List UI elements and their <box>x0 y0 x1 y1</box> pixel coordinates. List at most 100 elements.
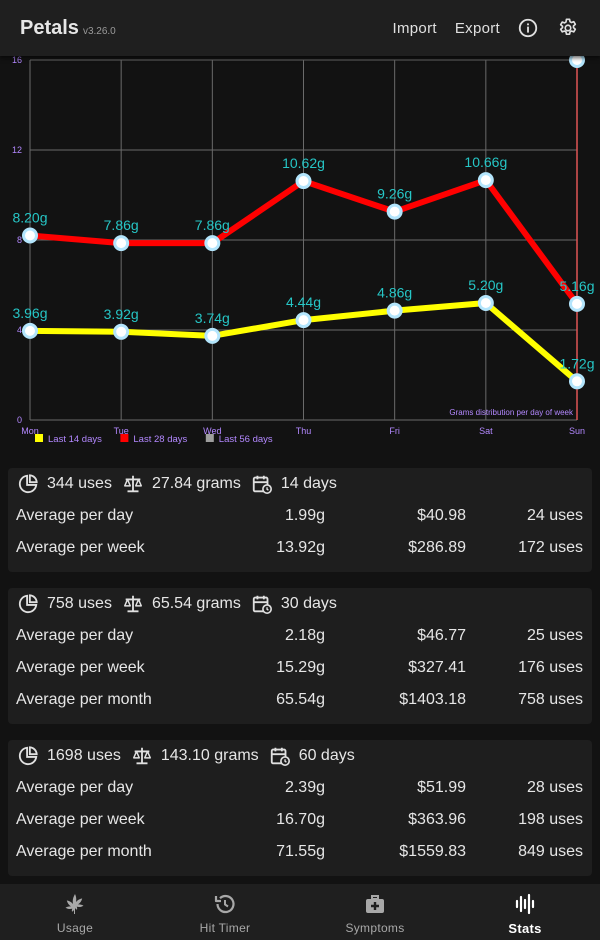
row-dollars: $40.98 <box>417 507 466 524</box>
row-grams: 65.54g <box>276 691 325 708</box>
grams-total: 65.54 grams <box>151 595 241 612</box>
data-point <box>569 295 585 312</box>
x-tick-label: Sat <box>479 426 493 436</box>
row-uses: 849 uses <box>518 843 583 860</box>
data-label: 10.62g <box>282 155 325 171</box>
waveform-icon <box>513 892 537 916</box>
stats-row: Average per week 15.29g $327.41 176 uses <box>8 652 592 684</box>
legend-swatch <box>35 434 43 442</box>
y-tick-label: 8 <box>17 235 22 245</box>
row-label: Average per week <box>16 659 145 676</box>
row-grams: 2.18g <box>284 627 325 644</box>
x-tick-label: Sun <box>569 426 585 436</box>
x-tick-label: Thu <box>296 426 312 436</box>
days-period: 30 days <box>280 595 337 612</box>
data-label: 7.86g <box>104 217 139 233</box>
timer-history-icon <box>213 892 237 916</box>
days-period: 14 days <box>280 475 337 492</box>
nav-hit-timer[interactable]: Hit Timer <box>150 884 300 940</box>
nav-usage-label: Usage <box>56 921 94 935</box>
export-button[interactable]: Export <box>455 20 500 37</box>
grams-per-weekday-chart: 0 4 8 12 16 Mon Tue Wed Thu Fri Sat Sun Grams distri… <box>0 56 600 452</box>
scale-balance-icon <box>121 472 145 496</box>
bottom-navigation: Usage Hit Timer Symptoms Stats <box>0 884 600 940</box>
row-dollars: $363.96 <box>408 811 466 828</box>
stats-card-60-days: 1698 uses 143.10 grams 60 days Average p… <box>8 740 592 876</box>
y-tick-label: 4 <box>17 325 22 335</box>
stats-row: Average per week 13.92g $286.89 172 uses <box>8 532 592 564</box>
import-button[interactable]: Import <box>393 20 437 37</box>
legend-label: Last 28 days <box>133 434 187 445</box>
row-dollars: $46.77 <box>417 627 466 644</box>
legend-swatch <box>205 434 214 442</box>
scale-balance-icon <box>121 592 145 616</box>
app-version: v3.26.0 <box>82 25 116 37</box>
stats-card-header: 758 uses 65.54 grams 30 days <box>8 588 592 620</box>
data-point <box>22 227 38 244</box>
uses-total: 758 uses <box>47 595 112 612</box>
pie-chart-icon <box>16 472 40 496</box>
legend-swatch <box>120 434 129 442</box>
calendar-clock-icon <box>250 592 274 616</box>
medical-bag-icon <box>363 892 387 916</box>
row-grams: 16.70g <box>276 811 325 828</box>
x-tick-label: Fri <box>389 426 400 436</box>
uses-total: 1698 uses <box>47 747 121 764</box>
data-label: 5.16g <box>559 278 594 294</box>
nav-usage[interactable]: Usage <box>0 884 150 940</box>
row-grams: 71.55g <box>276 843 325 860</box>
data-point <box>569 373 585 390</box>
settings-gear-icon[interactable] <box>556 16 580 40</box>
info-icon[interactable] <box>516 16 540 40</box>
row-grams: 1.99g <box>284 507 325 524</box>
days-period: 60 days <box>298 747 355 764</box>
data-point <box>295 312 312 329</box>
stats-card-30-days: 758 uses 65.54 grams 30 days Average per… <box>8 588 592 724</box>
row-dollars: $286.89 <box>408 539 466 556</box>
stats-row: Average per day 1.99g $40.98 24 uses <box>8 500 592 532</box>
row-uses: 176 uses <box>518 659 583 676</box>
data-label: 1.72g <box>559 355 594 371</box>
data-point <box>477 295 494 311</box>
data-label: 7.86g <box>195 217 230 233</box>
uses-total: 344 uses <box>47 475 112 492</box>
row-grams: 2.39g <box>284 779 325 796</box>
y-tick-label: 12 <box>12 145 22 155</box>
row-grams: 13.92g <box>276 539 325 556</box>
row-label: Average per day <box>16 627 134 644</box>
row-uses: 758 uses <box>518 691 583 708</box>
data-point <box>204 235 221 252</box>
stats-row: Average per month 65.54g $1403.18 758 uses <box>8 684 592 716</box>
data-label: 4.44g <box>286 294 321 310</box>
calendar-clock-icon <box>268 744 292 768</box>
row-dollars: $51.99 <box>417 779 466 796</box>
data-label: 8.20g <box>12 210 47 226</box>
row-uses: 28 uses <box>526 779 583 796</box>
stats-card-header: 344 uses 27.84 grams 14 days <box>8 468 592 500</box>
y-tick-label: 0 <box>17 415 22 425</box>
stats-row: Average per week 16.70g $363.96 198 uses <box>8 804 592 836</box>
row-label: Average per week <box>16 811 145 828</box>
data-point <box>386 302 403 319</box>
nav-symptoms[interactable]: Symptoms <box>300 884 450 940</box>
row-label: Average per day <box>16 507 134 524</box>
row-label: Average per month <box>16 843 152 860</box>
data-label: 4.86g <box>377 285 412 301</box>
row-uses: 172 uses <box>518 539 583 556</box>
row-label: Average per day <box>16 779 134 796</box>
nav-stats-label: Stats <box>508 921 542 936</box>
calendar-clock-icon <box>250 472 274 496</box>
nav-hit-timer-label: Hit Timer <box>199 921 251 935</box>
stats-card-header: 1698 uses 143.10 grams 60 days <box>8 740 592 772</box>
legend-label: Last 14 days <box>48 434 102 445</box>
nav-symptoms-label: Symptoms <box>345 921 405 935</box>
row-uses: 198 uses <box>518 811 583 828</box>
row-dollars: $1559.83 <box>399 843 466 860</box>
top-app-bar: Petals v3.26.0 Import Export <box>0 0 600 56</box>
grams-total: 27.84 grams <box>151 475 241 492</box>
data-label: 3.96g <box>12 305 47 321</box>
data-point <box>22 322 38 339</box>
y-tick-label: 16 <box>12 56 22 65</box>
data-point <box>386 203 403 220</box>
nav-stats[interactable]: Stats <box>450 884 600 940</box>
